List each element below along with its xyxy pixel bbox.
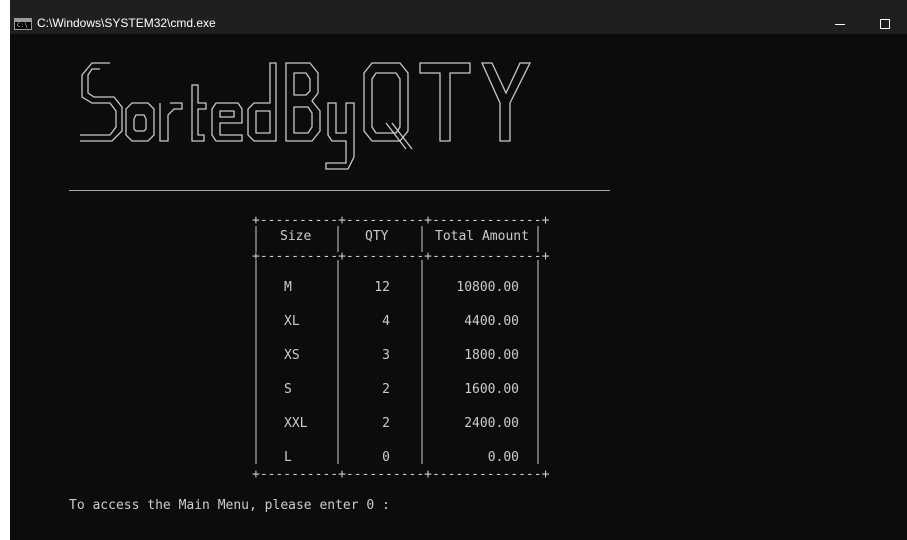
cell-size: L bbox=[284, 450, 292, 465]
cell-size: XS bbox=[284, 348, 300, 363]
cell-qty: 0 bbox=[382, 450, 390, 465]
cell-total: 0.00 bbox=[487, 450, 519, 465]
cell-size: S bbox=[284, 382, 292, 397]
cell-total: 2400.00 bbox=[464, 416, 519, 431]
window-title: C:\Windows\SYSTEM32\cmd.exe bbox=[37, 16, 216, 30]
header-qty: QTY bbox=[365, 229, 389, 244]
cell-total: 4400.00 bbox=[464, 314, 519, 329]
separator-line bbox=[69, 190, 610, 191]
cell-qty: 12 bbox=[374, 280, 390, 295]
header-size: Size bbox=[280, 229, 312, 244]
header-total-amount: Total Amount bbox=[435, 229, 529, 244]
cell-total: 1800.00 bbox=[464, 348, 519, 363]
minimize-button[interactable] bbox=[817, 14, 863, 34]
maximize-button[interactable] bbox=[862, 14, 907, 34]
table-vertical-lines bbox=[255, 226, 539, 464]
cell-total: 10800.00 bbox=[456, 280, 519, 295]
title-bar[interactable]: C:\ C:\Windows\SYSTEM32\cmd.exe bbox=[10, 0, 907, 34]
cell-qty: 4 bbox=[382, 314, 390, 329]
ascii-banner bbox=[80, 62, 532, 170]
desktop-edge bbox=[0, 0, 10, 540]
cell-qty: 2 bbox=[382, 382, 390, 397]
main-menu-prompt[interactable]: To access the Main Menu, please enter 0 … bbox=[69, 498, 398, 514]
cell-size: XL bbox=[284, 314, 300, 329]
cell-size: M bbox=[284, 280, 292, 295]
console-window[interactable]: C:\ C:\Windows\SYSTEM32\cmd.exe +-------… bbox=[10, 0, 907, 540]
cell-size: XXL bbox=[284, 416, 308, 431]
maximize-icon bbox=[880, 19, 890, 29]
cell-qty: 2 bbox=[382, 416, 390, 431]
minimize-icon bbox=[835, 23, 845, 25]
cell-total: 1600.00 bbox=[464, 382, 519, 397]
cell-qty: 3 bbox=[382, 348, 390, 363]
cmd-app-icon: C:\ bbox=[14, 18, 32, 30]
